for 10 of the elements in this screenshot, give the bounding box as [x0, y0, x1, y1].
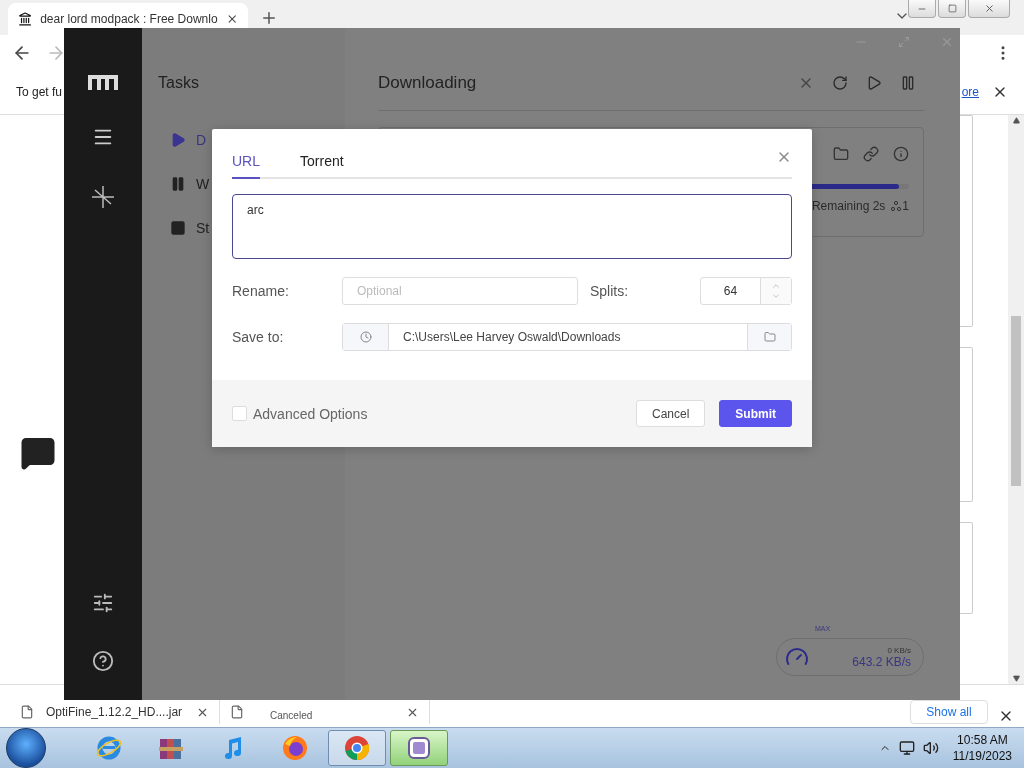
splits-label: Splits:	[590, 283, 630, 299]
nav-title: Tasks	[158, 74, 200, 93]
advanced-options-label: Advanced Options	[253, 405, 369, 422]
connections-count: 1	[902, 199, 909, 213]
infobar-text: To get fu	[16, 85, 63, 99]
save-to-label: Save to:	[232, 329, 285, 345]
remaining-time: Remaining 2s	[811, 199, 886, 213]
download-speed: 643.2 KB/s	[852, 654, 911, 669]
rename-label: Rename:	[232, 283, 290, 299]
page-title: Downloading	[378, 73, 478, 93]
